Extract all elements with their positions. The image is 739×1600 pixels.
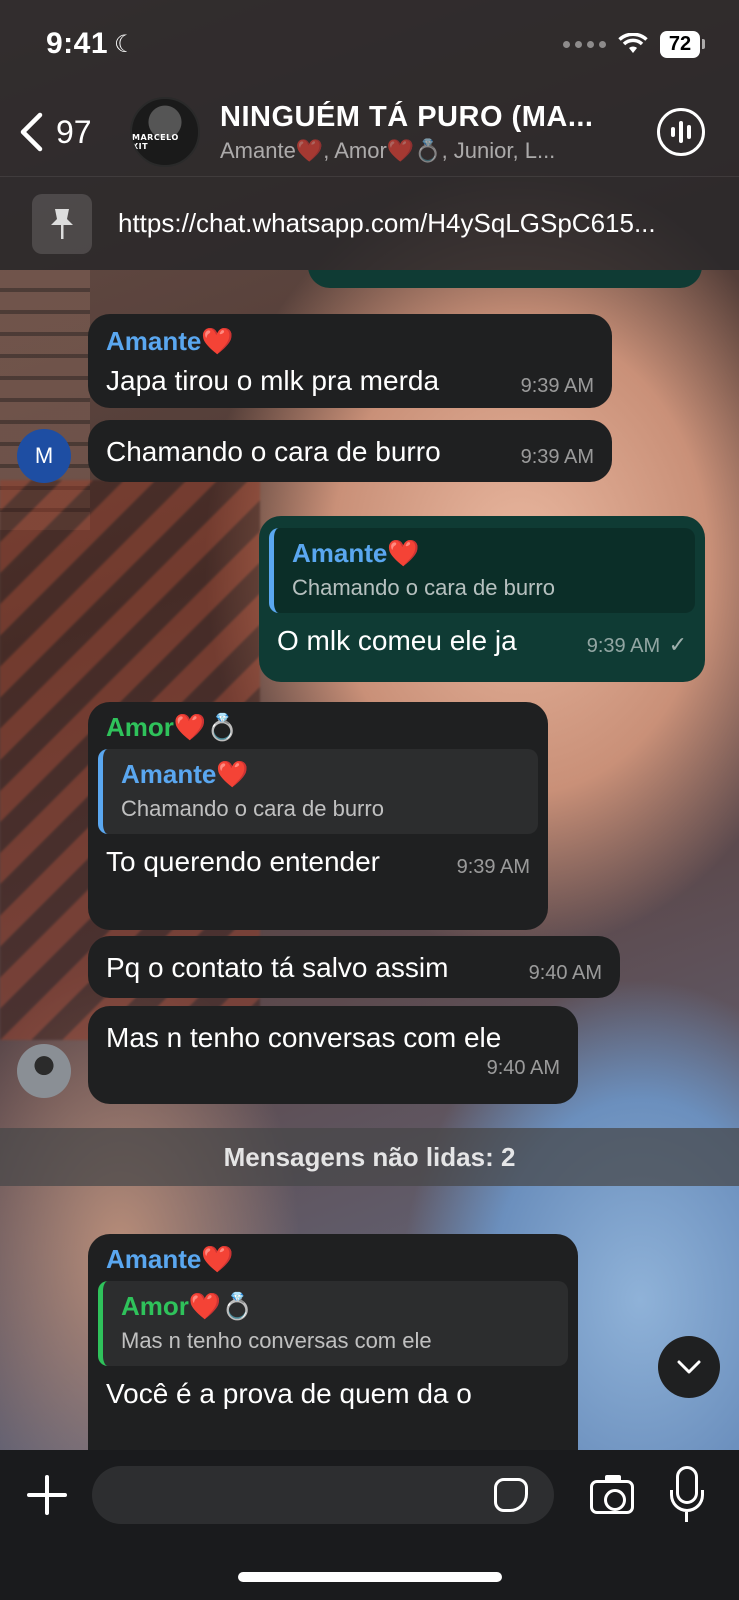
quoted-message[interactable]: Amante❤️ Chamando o cara de burro bbox=[98, 749, 538, 834]
group-avatar[interactable]: MARCELO XIT bbox=[130, 97, 200, 167]
group-members: Amante❤️, Amor❤️💍, Junior, L... bbox=[220, 137, 556, 163]
message-bubble[interactable]: Mas n tenho conversas com ele 9:40 AM bbox=[88, 1006, 578, 1104]
group-info[interactable]: NINGUÉM TÁ PURO (MA... Amante❤️, Amor❤️💍… bbox=[220, 101, 627, 164]
message-time: 9:39 AM bbox=[520, 446, 594, 468]
message-list[interactable]: Amante❤️ Japa tirou o mlk pra merda 9:39… bbox=[0, 270, 739, 1450]
quoted-sender: Amor❤️💍 bbox=[121, 1291, 254, 1321]
status-indicators: 72 bbox=[563, 30, 705, 58]
quoted-message[interactable]: Amante❤️ Chamando o cara de burro bbox=[269, 528, 695, 613]
home-indicator[interactable] bbox=[238, 1572, 502, 1582]
microphone-stand bbox=[670, 1490, 704, 1512]
message-time: 9:40 AM bbox=[528, 962, 602, 984]
message-time: 9:39 AM bbox=[586, 635, 661, 657]
message-text: Mas n tenho conversas com ele bbox=[106, 1022, 502, 1053]
status-bar: 9:41 ☾ 72 bbox=[0, 0, 739, 88]
clock-text: 9:41 bbox=[46, 27, 109, 60]
message-bubble[interactable]: Amor❤️💍 Amante❤️ Chamando o cara de burr… bbox=[88, 702, 548, 930]
message-bubble[interactable]: Amante❤️ Japa tirou o mlk pra merda 9:39… bbox=[88, 314, 612, 408]
group-call-button[interactable] bbox=[657, 108, 705, 156]
quoted-sender: Amante❤️ bbox=[121, 759, 249, 789]
plus-icon[interactable] bbox=[26, 1474, 68, 1516]
pinned-link[interactable]: https://chat.whatsapp.com/H4ySqLGSpC615.… bbox=[118, 208, 656, 239]
unread-messages-divider: Mensagens não lidas: 2 bbox=[0, 1128, 739, 1186]
moon-icon: ☾ bbox=[114, 30, 137, 58]
unread-chats-count: 97 bbox=[56, 113, 92, 150]
message-bubble-outgoing[interactable]: Amante❤️ Chamando o cara de burro O mlk … bbox=[259, 516, 705, 682]
sender-avatar[interactable]: M bbox=[17, 429, 71, 483]
status-time: 9:41 ☾ bbox=[46, 27, 136, 61]
cellular-signal-icon bbox=[563, 40, 606, 48]
chevron-down-icon bbox=[677, 1360, 701, 1374]
message-text: Pq o contato tá salvo assim bbox=[106, 952, 449, 983]
message-text: Japa tirou o mlk pra merda bbox=[106, 365, 440, 396]
message-time: 9:39 AM bbox=[520, 375, 594, 397]
message-time: 9:40 AM bbox=[486, 1057, 560, 1079]
message-sender[interactable]: Amante❤️ bbox=[98, 1244, 568, 1275]
call-waveform-icon bbox=[671, 121, 691, 143]
quoted-text: Mas n tenho conversas com ele bbox=[121, 1328, 432, 1353]
message-text: Você é a prova de quem da o bbox=[106, 1378, 472, 1409]
battery-icon: 72 bbox=[660, 30, 700, 58]
message-input[interactable] bbox=[92, 1466, 554, 1524]
message-time: 9:39 AM bbox=[456, 856, 530, 878]
message-bubble[interactable]: Chamando o cara de burro 9:39 AM bbox=[88, 420, 612, 482]
scroll-to-bottom-button[interactable] bbox=[658, 1336, 720, 1398]
quoted-text: Chamando o cara de burro bbox=[121, 796, 384, 821]
message-bubble[interactable]: Pq o contato tá salvo assim 9:40 AM bbox=[88, 936, 620, 998]
sender-avatar[interactable] bbox=[17, 1044, 71, 1098]
back-chevron-icon bbox=[20, 112, 43, 152]
message-text: To querendo entender bbox=[106, 846, 380, 877]
pin-icon bbox=[32, 193, 92, 254]
message-bubble[interactable]: Amante❤️ Amor❤️💍 Mas n tenho conversas c… bbox=[88, 1234, 578, 1450]
quoted-text: Chamando o cara de burro bbox=[292, 575, 555, 600]
microphone-base bbox=[685, 1512, 688, 1522]
camera-icon[interactable] bbox=[590, 1475, 634, 1514]
message-text: O mlk comeu ele ja bbox=[277, 625, 517, 656]
wifi-icon bbox=[618, 33, 648, 53]
double-check-icon: ✓ bbox=[668, 632, 687, 657]
message-sender[interactable]: Amante❤️ bbox=[106, 326, 594, 357]
battery-tip bbox=[702, 39, 705, 49]
pinned-message-bar[interactable]: https://chat.whatsapp.com/H4ySqLGSpC615.… bbox=[0, 176, 739, 270]
message-bubble-outgoing-partial[interactable] bbox=[308, 270, 702, 288]
chat-nav-bar: 97 MARCELO XIT NINGUÉM TÁ PURO (MA... Am… bbox=[0, 88, 739, 176]
group-title: NINGUÉM TÁ PURO (MA... bbox=[220, 100, 594, 133]
message-text: Chamando o cara de burro bbox=[106, 436, 441, 467]
message-sender[interactable]: Amor❤️💍 bbox=[98, 712, 538, 743]
quoted-message[interactable]: Amor❤️💍 Mas n tenho conversas com ele bbox=[98, 1281, 568, 1366]
quoted-sender: Amante❤️ bbox=[292, 538, 420, 568]
back-button[interactable]: 97 bbox=[18, 112, 130, 152]
message-composer bbox=[0, 1450, 739, 1600]
avatar-caption: MARCELO XIT bbox=[132, 133, 179, 151]
